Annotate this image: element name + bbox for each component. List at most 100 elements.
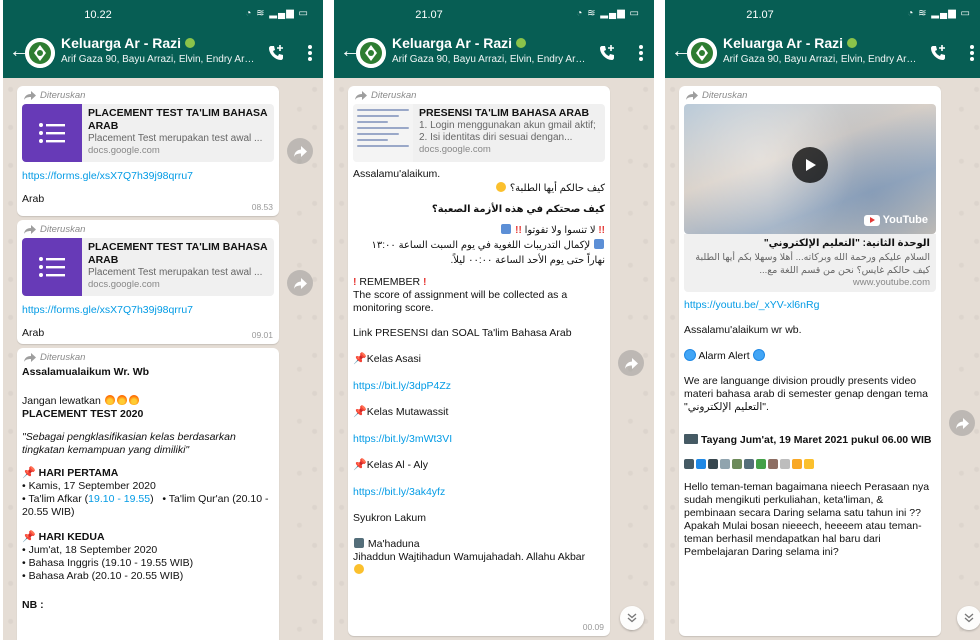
chat-header[interactable]: ← Keluarga Ar - Razi Arif Gaza 90, Bayu … <box>665 30 980 78</box>
status-bar: 10.22 ◔ ≋ ▂▄▆ ▭ <box>3 0 323 30</box>
link-intro-text: Link PRESENSI dan SOAL Ta'lim Bahasa Ara… <box>353 327 572 339</box>
message-link[interactable]: https://forms.gle/xsX7Q7h39j98qrru7 <box>22 169 274 183</box>
pushpin-icon: 📌 <box>353 353 367 365</box>
forward-arrow-icon <box>24 91 36 100</box>
message-text: Arab <box>22 327 45 339</box>
class-asasi-label: 📌Kelas Asasi <box>353 353 421 365</box>
share-forward-icon[interactable] <box>618 350 644 376</box>
more-vertical-icon[interactable] <box>638 45 644 63</box>
class-al-aly-link[interactable]: https://bit.ly/3ak4yfz <box>353 485 605 499</box>
pushpin-icon: 📌 <box>353 406 367 418</box>
link-preview-card[interactable]: PRESENSI TA'LIM BAHASA ARAB 1. Login men… <box>353 104 605 162</box>
signoff-title: Ma'haduna <box>353 538 605 551</box>
group-title[interactable]: Keluarga Ar - Razi <box>61 35 196 51</box>
greeting-text: Assalamu'alaikum. <box>353 168 441 180</box>
day2-date: • Jum'at, 18 September 2020 <box>22 544 158 556</box>
alarm-clock-icon <box>684 349 696 361</box>
fire-emoji <box>104 395 115 405</box>
message-bubble[interactable]: Diteruskan PLACEMENT TEST TA'LIM BAHASA … <box>17 86 279 216</box>
group-title[interactable]: Keluarga Ar - Razi <box>392 35 527 51</box>
arabic-line-4: لإكمال التدريبات اللغوية في يوم السبت ال… <box>371 239 605 266</box>
arabic-line-2: كيف صحتكم في هذه الأزمة الصعبة؟ <box>431 204 605 215</box>
message-time: 08.53 <box>251 202 273 212</box>
alarm-clock-icon <box>752 349 765 361</box>
forward-arrow-icon <box>24 225 36 234</box>
smile-emoji <box>496 182 507 192</box>
message-bubble[interactable]: Diteruskan YouTube الوحدة الثانية: "التع… <box>679 86 941 636</box>
fire-emoji <box>116 395 127 405</box>
link-preview-card[interactable]: PLACEMENT TEST TA'LIM BAHASA ARAB Placem… <box>22 238 274 296</box>
link-preview-title: PRESENSI TA'LIM BAHASA ARAB <box>419 107 590 119</box>
link-preview-title: PLACEMENT TEST TA'LIM BAHASA ARAB <box>88 107 268 132</box>
chat-header[interactable]: ← Keluarga Ar - Razi Arif Gaza 90, Bayu … <box>334 30 654 78</box>
day1-sessions: • Ta'lim Afkar (19.10 - 19.55) • Ta'lim … <box>22 493 269 518</box>
forwarded-label: Diteruskan <box>355 90 605 101</box>
phone-screen-2: 21.07 ◔ ≋ ▂▄▆ ▭ ← Keluarga Ar - Razi Ari… <box>334 0 654 640</box>
day2-session-english: • Bahasa Inggris (19.10 - 19.55 WIB) <box>22 557 194 569</box>
emoji-row <box>684 459 936 469</box>
chat-area[interactable]: Diteruskan PLACEMENT TEST TA'LIM BAHASA … <box>3 78 323 640</box>
link-preview-title: PLACEMENT TEST TA'LIM BAHASA ARAB <box>88 241 268 266</box>
add-call-icon[interactable] <box>598 44 616 62</box>
document-thumbnail <box>353 104 413 162</box>
link-preview-description: 1. Login menggunakan akun gmail aktif; 2… <box>419 120 596 143</box>
airing-schedule: Tayang Jum'at, 19 Maret 2021 pukul 06.00… <box>684 434 936 447</box>
link-preview-description: Placement Test merupakan test awal ... <box>88 133 263 144</box>
quote-text: "Sebagai pengklasifikasian kelas berdasa… <box>22 431 236 456</box>
group-avatar[interactable] <box>687 38 717 68</box>
play-icon[interactable] <box>792 147 828 183</box>
class-mutawassit-link[interactable]: https://bit.ly/3mWt3VI <box>353 432 605 446</box>
thanks-text: Syukron Lakum <box>353 512 426 524</box>
remember-title: ! REMEMBER ! <box>353 276 427 288</box>
youtube-video-thumbnail[interactable]: YouTube <box>684 104 936 234</box>
forward-arrow-icon <box>355 91 367 100</box>
loudspeaker-emoji <box>501 224 512 234</box>
group-avatar[interactable] <box>25 38 55 68</box>
nb-label: NB : <box>22 599 44 611</box>
link-preview-host: docs.google.com <box>88 145 160 156</box>
chat-area[interactable]: Diteruskan YouTube الوحدة الثانية: "التع… <box>665 78 980 640</box>
arabic-line-1: كيف حالكم أيها الطلبة؟ <box>353 181 605 196</box>
message-bubble[interactable]: Diteruskan Assalamualaikum Wr. Wb Jangan… <box>17 348 279 640</box>
group-avatar[interactable] <box>356 38 386 68</box>
forwarded-label: Diteruskan <box>24 352 274 363</box>
status-icons: ◔ ≋ ▂▄▆ ▭ <box>245 8 309 19</box>
chevron-double-down-icon[interactable] <box>957 606 980 630</box>
more-vertical-icon[interactable] <box>307 45 313 63</box>
more-vertical-icon[interactable] <box>969 45 975 63</box>
arabic-line-3: !! لا تنسوا ولا تفوتوا !! <box>353 223 605 238</box>
add-call-icon[interactable] <box>267 44 285 62</box>
greeting-text: Assalamualaikum Wr. Wb <box>22 366 150 378</box>
group-members[interactable]: Arif Gaza 90, Bayu Arrazi, Elvin, Endry … <box>392 54 588 65</box>
group-members[interactable]: Arif Gaza 90, Bayu Arrazi, Elvin, Endry … <box>723 54 919 65</box>
group-title[interactable]: Keluarga Ar - Razi <box>723 35 858 51</box>
message-bubble[interactable]: Diteruskan PRESENSI TA'LIM BAHASA ARAB 1… <box>348 86 610 636</box>
mosque-emoji <box>354 538 364 548</box>
link-preview-card[interactable]: الوحدة الثانية: "التعليم الإلكتروني" الس… <box>684 234 936 292</box>
forwarded-label: Diteruskan <box>24 224 274 235</box>
pushpin-icon: 📌 <box>22 467 36 479</box>
fist-emoji-line <box>353 564 605 577</box>
message-bubble[interactable]: Diteruskan PLACEMENT TEST TA'LIM BAHASA … <box>17 220 279 344</box>
status-time: 21.07 <box>415 9 443 21</box>
group-members[interactable]: Arif Gaza 90, Bayu Arrazi, Elvin, Endry … <box>61 54 257 65</box>
share-forward-icon[interactable] <box>949 410 975 436</box>
chat-header[interactable]: ← Keluarga Ar - Razi Arif Gaza 90, Bayu … <box>3 30 323 78</box>
chat-area[interactable]: Diteruskan PRESENSI TA'LIM BAHASA ARAB 1… <box>334 78 654 640</box>
youtube-link[interactable]: https://youtu.be/_xYV-xl6nRg <box>684 298 936 312</box>
share-forward-icon[interactable] <box>287 138 313 164</box>
chevron-double-down-icon[interactable] <box>620 606 644 630</box>
google-forms-icon <box>22 238 82 296</box>
link-preview-card[interactable]: PLACEMENT TEST TA'LIM BAHASA ARAB Placem… <box>22 104 274 162</box>
share-forward-icon[interactable] <box>287 270 313 296</box>
status-icons: ◔ ≋ ▂▄▆ ▭ <box>576 8 640 19</box>
class-asasi-link[interactable]: https://bit.ly/3dpP4Zz <box>353 379 605 393</box>
announcement-text: We are languange division proudly presen… <box>684 375 928 413</box>
status-bar: 21.07 ◔ ≋ ▂▄▆ ▭ <box>334 0 654 30</box>
tv-icon <box>684 434 698 444</box>
message-link[interactable]: https://forms.gle/xsX7Q7h39j98qrru7 <box>22 303 274 317</box>
google-forms-icon <box>22 104 82 162</box>
forwarded-label: Diteruskan <box>24 90 274 101</box>
day2-title: 📌 HARI KEDUA <box>22 531 105 543</box>
add-call-icon[interactable] <box>929 44 947 62</box>
